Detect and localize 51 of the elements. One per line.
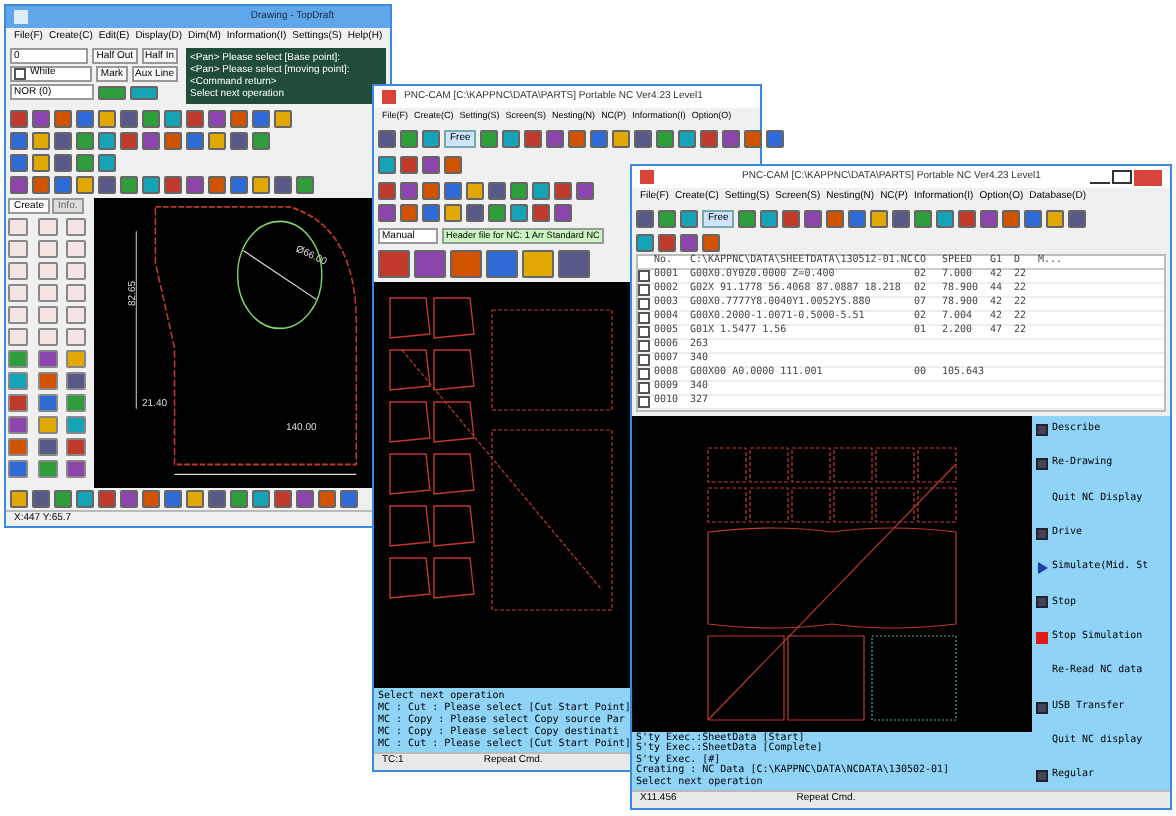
tool-icon[interactable] <box>66 328 87 346</box>
action-icon <box>1036 701 1048 713</box>
action-icon <box>1036 527 1048 540</box>
checkbox[interactable] <box>638 368 650 380</box>
maximize-icon[interactable] <box>1112 169 1132 183</box>
tool-icon[interactable] <box>98 85 126 99</box>
tool-icon[interactable] <box>66 262 87 280</box>
checkbox[interactable] <box>638 312 650 324</box>
checkbox[interactable] <box>638 382 650 394</box>
tool-icon[interactable] <box>66 240 87 258</box>
checkbox[interactable] <box>638 396 650 408</box>
tool-icon[interactable] <box>66 284 87 302</box>
tool-icon[interactable] <box>66 394 87 412</box>
tool-icon[interactable] <box>66 350 87 368</box>
tool-icon[interactable] <box>37 240 58 258</box>
tool-icon[interactable] <box>66 416 87 434</box>
tool-icon[interactable] <box>130 85 158 99</box>
tool-icon[interactable] <box>37 460 58 478</box>
tool-icon[interactable] <box>37 218 58 236</box>
close-icon[interactable] <box>1134 169 1162 185</box>
checkbox[interactable] <box>638 340 650 352</box>
checkbox[interactable] <box>638 354 650 366</box>
tool-icon[interactable] <box>37 328 58 346</box>
tool-icon[interactable] <box>37 438 58 456</box>
tool-icon[interactable] <box>522 250 554 278</box>
tool-icon[interactable] <box>37 306 58 324</box>
tool-icon[interactable] <box>66 438 87 456</box>
action-icon <box>1036 596 1048 609</box>
action-icon <box>1036 770 1048 783</box>
tool-icon[interactable] <box>37 284 58 302</box>
stop-icon <box>1036 631 1048 644</box>
tool-icon[interactable] <box>66 218 87 236</box>
checkbox[interactable] <box>14 68 26 80</box>
tool-icon[interactable] <box>37 262 58 280</box>
app-icon <box>14 10 28 24</box>
action-icon <box>1036 423 1048 436</box>
app-icon <box>640 170 654 184</box>
tool-icon[interactable] <box>37 350 58 368</box>
action-icon <box>1036 458 1048 471</box>
checkbox[interactable] <box>638 270 650 282</box>
checkbox[interactable] <box>638 298 650 310</box>
checkbox[interactable] <box>638 284 650 296</box>
tool-icon[interactable] <box>66 306 87 324</box>
checkbox[interactable] <box>638 326 650 338</box>
tool-icon[interactable] <box>37 416 58 434</box>
app-icon <box>382 90 396 104</box>
tool-icon[interactable] <box>66 460 87 478</box>
tool-icon[interactable] <box>66 372 87 390</box>
tool-icon[interactable] <box>37 394 58 412</box>
tool-icon[interactable] <box>37 372 58 390</box>
play-icon <box>1036 562 1048 575</box>
